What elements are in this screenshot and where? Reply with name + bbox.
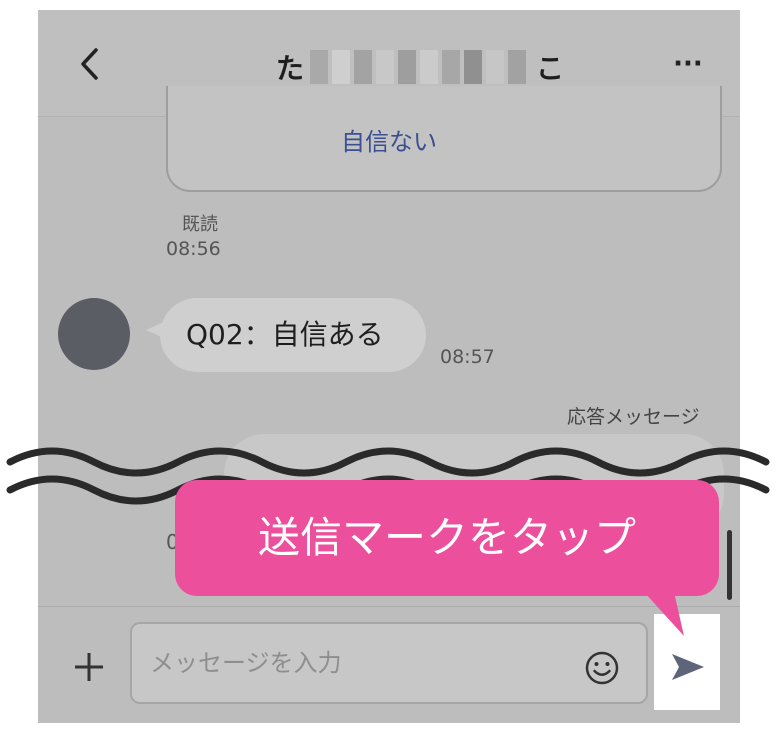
add-attachment-button[interactable] <box>72 650 106 684</box>
more-button[interactable]: ··· <box>668 44 708 84</box>
emoji-button[interactable] <box>584 650 620 686</box>
avatar[interactable] <box>58 298 130 370</box>
emoji-icon <box>585 651 619 685</box>
scrollbar[interactable] <box>727 530 732 600</box>
back-button[interactable] <box>74 44 104 84</box>
previous-card-option[interactable]: 自信ない <box>38 122 740 157</box>
send-button[interactable] <box>668 650 708 684</box>
callout-pointer <box>644 592 684 636</box>
chat-title: た こ <box>276 47 564 87</box>
send-icon <box>672 654 704 680</box>
instruction-callout: 送信マークをタップ <box>175 480 719 596</box>
chat-title-prefix: た <box>276 52 305 85</box>
message-input[interactable] <box>130 622 648 704</box>
more-icon: ··· <box>673 49 703 79</box>
name-mosaic <box>310 50 530 84</box>
sent-time: 08:56 <box>166 238 221 260</box>
auto-reply-label: 応答メッセージ <box>567 406 700 428</box>
chat-screen: た こ ··· 自信ない 既読 08:56 Q02：自信ある 08:57 応答メ… <box>38 10 740 723</box>
incoming-message: Q02：自信ある <box>160 298 426 372</box>
chat-title-suffix: こ <box>536 52 565 85</box>
plus-icon <box>75 653 103 681</box>
read-receipt: 既読 <box>182 214 218 235</box>
chevron-left-icon <box>81 48 98 80</box>
incoming-time: 08:57 <box>440 346 495 368</box>
